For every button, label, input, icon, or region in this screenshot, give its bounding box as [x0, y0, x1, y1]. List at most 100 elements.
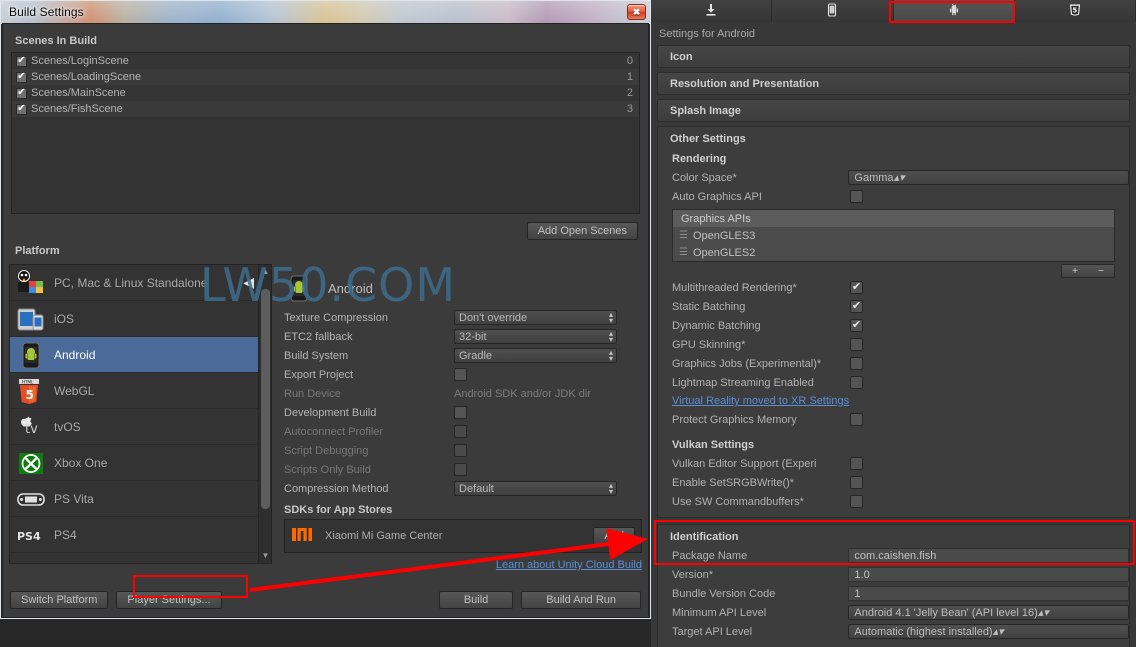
protect-graphics-memory-checkbox[interactable]	[850, 413, 863, 426]
scrollbar-thumb[interactable]	[261, 289, 270, 509]
tab-ios[interactable]	[772, 0, 894, 22]
platform-area: PC, Mac & Linux Standalone ◀ iOS Android…	[9, 264, 642, 571]
plus-icon[interactable]: +	[1072, 266, 1078, 277]
scene-name: Scenes/LoadingScene	[31, 71, 142, 83]
build-and-run-button[interactable]: Build And Run	[521, 591, 641, 609]
sdk-add-button[interactable]: Add	[593, 527, 635, 545]
foldout-splash-image[interactable]: Splash Image	[657, 99, 1130, 122]
tab-standalone[interactable]	[651, 0, 773, 22]
export-project-checkbox[interactable]	[454, 368, 467, 381]
xr-settings-link[interactable]: Virtual Reality moved to XR Settings	[658, 392, 1129, 410]
vulkan-group-title: Vulkan Settings	[672, 439, 755, 451]
build-button[interactable]: Build	[438, 591, 514, 609]
dynamic-batching-checkbox[interactable]	[850, 319, 863, 332]
field-label: Compression Method	[284, 482, 389, 495]
development-build-checkbox[interactable]	[454, 406, 467, 419]
tab-android[interactable]	[893, 0, 1015, 22]
list-item[interactable]: ☰ OpenGLES2	[673, 244, 1114, 261]
platform-item-ps4[interactable]: PS4 PS4	[10, 517, 258, 553]
window-titlebar[interactable]: Build Settings ✖	[1, 1, 650, 23]
color-space-dropdown[interactable]: Gamma ▴▾	[848, 170, 1129, 185]
field-development-build: Development Build	[284, 403, 642, 422]
graphics-jobs-checkbox[interactable]	[850, 357, 863, 370]
field-label: Vulkan Editor Support (Experi	[672, 457, 817, 470]
list-item[interactable]: Scenes/MainScene 2	[12, 85, 639, 101]
window-body: Scenes In Build Scenes/LoginScene 0 Scen…	[2, 23, 649, 618]
texture-compression-dropdown[interactable]: Don't override ▴ ▾	[454, 310, 617, 325]
graphics-apis-add-remove[interactable]: + −	[1061, 264, 1115, 278]
minus-icon[interactable]: −	[1098, 266, 1104, 277]
platform-item-pc-mac-linux[interactable]: PC, Mac & Linux Standalone ◀	[10, 265, 258, 301]
drag-handle-icon[interactable]: ☰	[679, 230, 688, 241]
enable-setsrgbwrite-checkbox[interactable]	[850, 476, 863, 489]
other-settings-title[interactable]: Other Settings	[658, 132, 1129, 151]
field-lightmap-streaming: Lightmap Streaming Enabled	[658, 373, 1129, 392]
screen: Build Settings ✖ Scenes In Build Scenes/…	[0, 0, 1136, 647]
vulkan-editor-support-checkbox[interactable]	[850, 457, 863, 470]
version-input[interactable]: 1.0	[848, 567, 1129, 582]
unity-logo-icon: ◀	[243, 274, 254, 290]
platform-item-webgl[interactable]: HTML 5 WebGL	[10, 373, 258, 409]
foldout-resolution-presentation[interactable]: Resolution and Presentation	[657, 72, 1130, 95]
scroll-down-icon[interactable]: ▼	[259, 549, 272, 563]
multithreaded-rendering-checkbox[interactable]	[850, 281, 863, 294]
list-item[interactable]: Scenes/FishScene 3	[12, 101, 639, 117]
windows-icon	[16, 556, 46, 564]
field-autoconnect-profiler: Autoconnect Profiler	[284, 422, 642, 441]
foldout-icon-section[interactable]: Icon	[657, 45, 1130, 68]
target-api-level-dropdown[interactable]: Automatic (highest installed) ▴▾	[848, 624, 1129, 639]
bundle-version-code-input[interactable]: 1	[848, 586, 1129, 601]
scene-checkbox[interactable]	[16, 71, 27, 83]
gpu-skinning-checkbox[interactable]	[850, 338, 863, 351]
scene-checkbox[interactable]	[16, 55, 27, 67]
platform-item-xbox-one[interactable]: Xbox One	[10, 445, 258, 481]
unity-cloud-build-link[interactable]: Learn about Unity Cloud Build	[284, 559, 642, 571]
platform-item-ps-vita[interactable]: PS Vita	[10, 481, 258, 517]
etc2-fallback-dropdown[interactable]: 32-bit ▴ ▾	[454, 329, 617, 344]
platform-item-android[interactable]: Android	[10, 337, 258, 373]
auto-graphics-api-checkbox[interactable]	[850, 190, 863, 203]
chevron-updown-icon: ▴▾	[608, 329, 613, 344]
scene-name: Scenes/FishScene	[31, 103, 123, 115]
list-item[interactable]: Scenes/LoginScene 0	[12, 53, 639, 69]
platform-item-ios[interactable]: iOS	[10, 301, 258, 337]
platform-list-scrollbar[interactable]: ▲ ▼	[259, 264, 272, 564]
player-settings-button[interactable]: Player Settings...	[116, 591, 222, 609]
list-item[interactable]: Scenes/LoadingScene 1	[12, 69, 639, 85]
autoconnect-profiler-checkbox[interactable]	[454, 425, 467, 438]
add-open-scenes-button[interactable]: Add Open Scenes	[526, 222, 638, 240]
scene-checkbox[interactable]	[16, 87, 27, 99]
android-icon	[947, 3, 961, 20]
scene-index: 3	[626, 103, 633, 115]
ps4-icon: PS4	[16, 520, 46, 550]
static-batching-checkbox[interactable]	[850, 300, 863, 313]
field-bundle-version-code: Bundle Version Code 1	[658, 584, 1129, 603]
identification-title: Identification	[670, 531, 739, 543]
minimum-api-level-dropdown[interactable]: Android 4.1 'Jelly Bean' (API level 16) …	[848, 605, 1129, 620]
scripts-only-build-checkbox[interactable]	[454, 463, 467, 476]
field-label: Target API Level	[672, 625, 753, 638]
drag-handle-icon[interactable]: ☰	[679, 247, 688, 258]
scenes-list: Scenes/LoginScene 0 Scenes/LoadingScene …	[11, 52, 640, 214]
field-label: Version*	[672, 568, 713, 581]
scene-name: Scenes/MainScene	[31, 87, 126, 99]
script-debugging-checkbox[interactable]	[454, 444, 467, 457]
tab-webgl[interactable]: 5	[1014, 0, 1136, 22]
field-texture-compression: Texture Compression Don't override ▴ ▾	[284, 308, 642, 327]
switch-platform-button[interactable]: Switch Platform	[10, 591, 109, 609]
list-item[interactable]: ☰ OpenGLES3	[673, 227, 1114, 244]
platform-item-label: Xbox One	[54, 455, 108, 470]
package-name-input[interactable]: com.caishen.fish	[848, 548, 1129, 563]
android-platform-name: Android	[328, 280, 373, 296]
scroll-up-icon[interactable]: ▲	[259, 265, 272, 279]
close-icon[interactable]: ✖	[627, 4, 646, 20]
build-system-dropdown[interactable]: Gradle ▴ ▾	[454, 348, 617, 363]
platform-item-windows[interactable]	[10, 553, 258, 564]
tvos-icon: tv	[16, 412, 46, 442]
platform-item-tvos[interactable]: tv tvOS	[10, 409, 258, 445]
lightmap-streaming-checkbox[interactable]	[850, 376, 863, 389]
field-etc2-fallback: ETC2 fallback 32-bit ▴ ▾	[284, 327, 642, 346]
compression-method-dropdown[interactable]: Default ▴ ▾	[454, 481, 617, 496]
scene-checkbox[interactable]	[16, 103, 27, 115]
use-sw-commandbuffers-checkbox[interactable]	[850, 495, 863, 508]
